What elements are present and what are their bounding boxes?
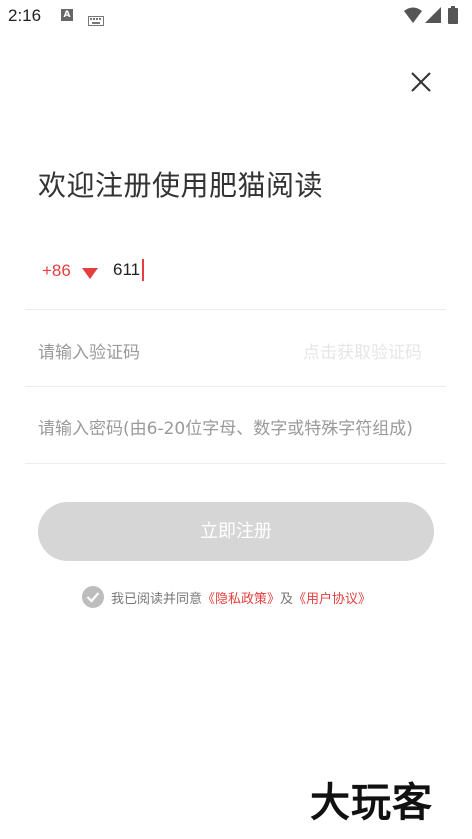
register-button[interactable]: 立即注册 bbox=[38, 502, 434, 561]
agree-checkbox[interactable] bbox=[82, 586, 104, 608]
verification-code-field-row: 请输入验证码 点击获取验证码 bbox=[25, 310, 446, 387]
check-icon bbox=[86, 592, 100, 603]
wifi-icon bbox=[404, 7, 422, 27]
close-icon bbox=[411, 72, 431, 92]
status-time: 2:16 bbox=[8, 6, 42, 25]
agreement-conjunction: 及 bbox=[280, 591, 294, 607]
password-input[interactable]: 请输入密码(由6-20位字母、数字或特殊字符组成) bbox=[38, 414, 413, 439]
phone-field-row: +86 611 bbox=[25, 245, 446, 310]
signal-icon bbox=[425, 7, 441, 27]
close-button[interactable] bbox=[406, 67, 436, 97]
password-field-row: 请输入密码(由6-20位字母、数字或特殊字符组成) bbox=[25, 387, 446, 464]
battery-icon bbox=[448, 6, 458, 28]
user-agreement-link[interactable]: 《用户协议》 bbox=[293, 588, 371, 607]
get-code-button[interactable]: 点击获取验证码 bbox=[303, 338, 422, 363]
status-bar: 2:16 A bbox=[0, 0, 472, 32]
watermark-logo: 大玩客 bbox=[310, 780, 433, 826]
keyboard-icon bbox=[88, 11, 104, 30]
a-notification-icon: A bbox=[61, 9, 73, 21]
phone-input-value: 611 bbox=[113, 260, 141, 279]
triangle-down-icon[interactable] bbox=[82, 265, 98, 284]
country-code-selector[interactable]: +86 bbox=[42, 261, 71, 281]
page-title: 欢迎注册使用肥猫阅读 bbox=[38, 169, 324, 202]
text-cursor bbox=[142, 259, 145, 281]
verification-code-input[interactable]: 请输入验证码 bbox=[38, 338, 140, 363]
phone-input[interactable]: 611 bbox=[113, 259, 145, 281]
agreement-row: 我已阅读并同意 《隐私政策》 及 《用户协议》 bbox=[82, 585, 371, 609]
agreement-prefix: 我已阅读并同意 bbox=[111, 591, 203, 607]
privacy-policy-link[interactable]: 《隐私政策》 bbox=[202, 588, 280, 607]
